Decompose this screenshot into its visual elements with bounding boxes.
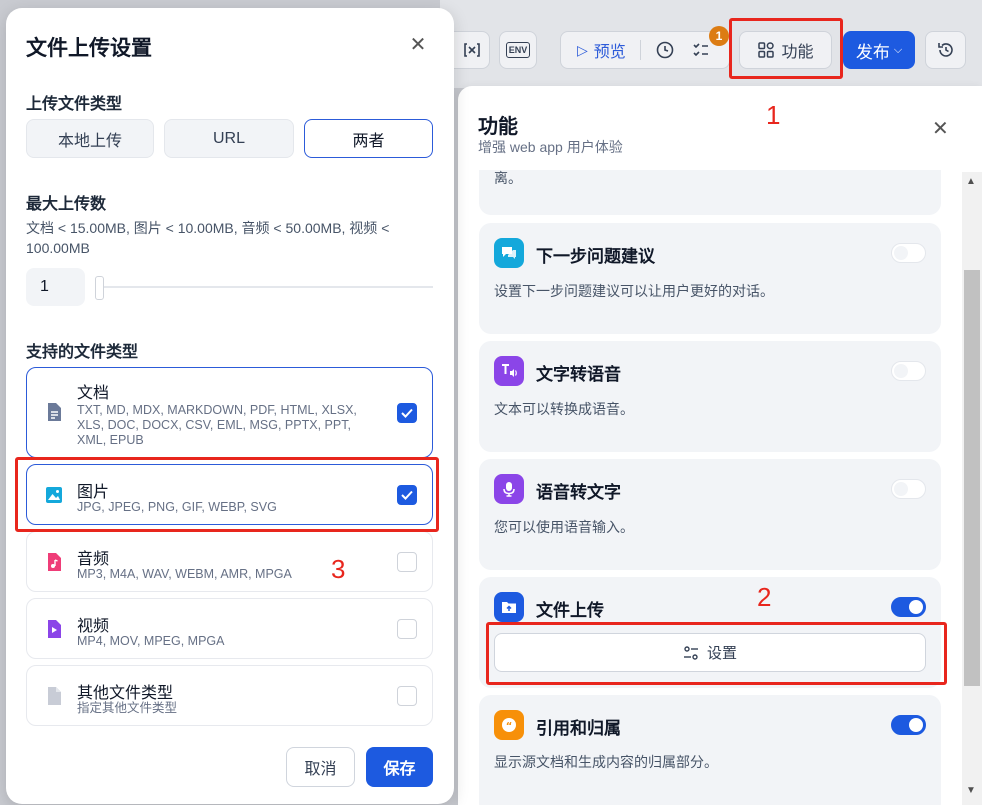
size-limits-text: 文档 < 15.00MB, 图片 < 10.00MB, 音频 < 50.00MB… <box>26 220 390 256</box>
features-list: 让对话显得更加自然，让 AI 主动说第一段话可以拉近与用户间的距离。 下一步问题… <box>458 170 982 805</box>
feature-desc: 显示源文档和生成内容的归属部分。 <box>494 754 718 770</box>
microphone-icon <box>494 474 524 504</box>
file-upload-settings-modal: 文件上传设置 ✕ 上传文件类型 本地上传 URL 两者 最大上传数 文档 < 1… <box>6 8 454 804</box>
feature-card-citations: “ 引用和归属 显示源文档和生成内容的归属部分。 <box>479 695 941 805</box>
opener-desc: 让对话显得更加自然，让 AI 主动说第一段话可以拉近与用户间的距离。 <box>494 170 522 186</box>
file-type-audio[interactable]: 音频 MP3, M4A, WAV, WEBM, AMR, MPGA <box>26 531 433 592</box>
max-uploads-input[interactable]: 1 <box>26 268 85 306</box>
feature-desc: 设置下一步问题建议可以让用户更好的对话。 <box>494 283 774 299</box>
text-to-speech-icon <box>494 356 524 386</box>
chevron-down-icon: ⌵ <box>893 43 903 56</box>
annotation-number-1: 1 <box>766 100 781 130</box>
file-type-other[interactable]: 其他文件类型 指定其他文件类型 <box>26 665 433 726</box>
publish-label: 发布 <box>855 42 890 62</box>
other-file-icon <box>44 686 64 706</box>
file-type-document[interactable]: 文档 TXT, MD, MDX, MARKDOWN, PDF, HTML, XL… <box>26 367 433 458</box>
feature-title: 下一步问题建议 <box>536 247 655 266</box>
feature-desc: 您可以使用语音输入。 <box>494 519 634 535</box>
suggested-questions-toggle[interactable] <box>891 243 926 263</box>
panel-subtitle: 增强 web app 用户体验 <box>478 139 623 155</box>
max-uploads-slider-handle[interactable] <box>95 276 104 300</box>
annotation-box-1 <box>729 18 843 79</box>
max-uploads-slider[interactable] <box>98 286 433 288</box>
file-type-extensions: TXT, MD, MDX, MARKDOWN, PDF, HTML, XLSX,… <box>77 403 357 447</box>
document-icon <box>44 402 64 422</box>
modal-close-icon[interactable]: ✕ <box>406 32 430 56</box>
file-type-name: 音频 <box>77 551 110 568</box>
annotation-box-3 <box>15 457 439 532</box>
modal-title: 文件上传设置 <box>26 37 152 60</box>
scroll-up-icon[interactable]: ▲ <box>966 176 976 187</box>
play-icon: ▷ <box>577 41 588 58</box>
feature-card-opener: 让对话显得更加自然，让 AI 主动说第一段话可以拉近与用户间的距离。 <box>479 170 941 215</box>
feature-desc: 文本可以转换成语音。 <box>494 401 634 417</box>
video-checkbox[interactable] <box>397 619 417 639</box>
env-button[interactable]: ENV <box>499 31 537 69</box>
annotation-number-2: 2 <box>757 582 772 612</box>
save-button[interactable]: 保存 <box>366 747 433 787</box>
quote-icon: “ <box>494 710 524 740</box>
file-type-name: 视频 <box>77 618 110 635</box>
svg-text:“: “ <box>506 721 513 732</box>
variable-icon <box>463 43 480 57</box>
text-to-speech-toggle[interactable] <box>891 361 926 381</box>
version-history-button[interactable] <box>925 31 966 69</box>
other-checkbox[interactable] <box>397 686 417 706</box>
features-panel: 功能 增强 web app 用户体验 ✕ 让对话显得更加自然，让 AI 主动说第… <box>458 86 982 805</box>
feature-card-suggested-questions: 下一步问题建议 设置下一步问题建议可以让用户更好的对话。 <box>479 223 941 334</box>
upload-type-both[interactable]: 两者 <box>304 119 433 158</box>
citations-toggle[interactable] <box>891 715 926 735</box>
variable-inspect-button[interactable] <box>453 31 490 69</box>
audio-icon <box>44 552 64 572</box>
history-icon <box>937 43 953 57</box>
file-type-extensions: MP3, M4A, WAV, WEBM, AMR, MPGA <box>77 567 292 581</box>
upload-type-local[interactable]: 本地上传 <box>26 119 154 158</box>
preview-button[interactable]: 预览 <box>594 38 626 62</box>
folder-upload-icon <box>494 592 524 622</box>
audio-checkbox[interactable] <box>397 552 417 572</box>
feature-card-speech-to-text: 语音转文字 您可以使用语音输入。 <box>479 459 941 570</box>
file-type-extensions: MP4, MOV, MPEG, MPGA <box>77 634 225 648</box>
file-type-video[interactable]: 视频 MP4, MOV, MPEG, MPGA <box>26 598 433 659</box>
feature-title: 引用和归属 <box>536 719 621 738</box>
upload-type-url[interactable]: URL <box>164 119 294 158</box>
file-upload-toggle[interactable] <box>891 597 926 617</box>
check-icon <box>401 408 413 418</box>
file-type-name: 其他文件类型 <box>77 685 174 702</box>
file-type-extensions: 指定其他文件类型 <box>77 701 178 715</box>
scroll-down-icon[interactable]: ▼ <box>966 785 976 796</box>
publish-button[interactable]: 发布 ⌵ <box>843 31 915 69</box>
panel-close-icon[interactable]: ✕ <box>932 116 949 141</box>
annotation-box-2 <box>486 622 947 685</box>
feature-card-text-to-speech: 文字转语音 文本可以转换成语音。 <box>479 341 941 452</box>
chat-bubbles-icon <box>494 238 524 268</box>
upload-type-heading: 上传文件类型 <box>26 96 123 113</box>
document-checkbox[interactable] <box>397 403 417 423</box>
annotation-number-3: 3 <box>331 554 346 584</box>
env-icon: ENV <box>505 42 531 58</box>
feature-title: 语音转文字 <box>536 483 621 502</box>
history-run-icon[interactable] <box>655 40 675 60</box>
panel-scrollbar-thumb[interactable] <box>964 270 980 686</box>
file-type-name: 文档 <box>77 385 110 402</box>
feature-title: 文字转语音 <box>536 365 621 384</box>
cancel-button[interactable]: 取消 <box>286 747 355 787</box>
supported-types-heading: 支持的文件类型 <box>26 344 139 361</box>
video-icon <box>44 619 64 639</box>
preview-group: ▷ 预览 <box>560 31 730 69</box>
max-uploads-heading: 最大上传数 <box>26 196 107 213</box>
feature-title: 文件上传 <box>536 601 604 620</box>
panel-title: 功能 <box>478 116 518 138</box>
speech-to-text-toggle[interactable] <box>891 479 926 499</box>
checklist-icon[interactable] <box>691 40 711 60</box>
checklist-badge: 1 <box>709 26 729 46</box>
